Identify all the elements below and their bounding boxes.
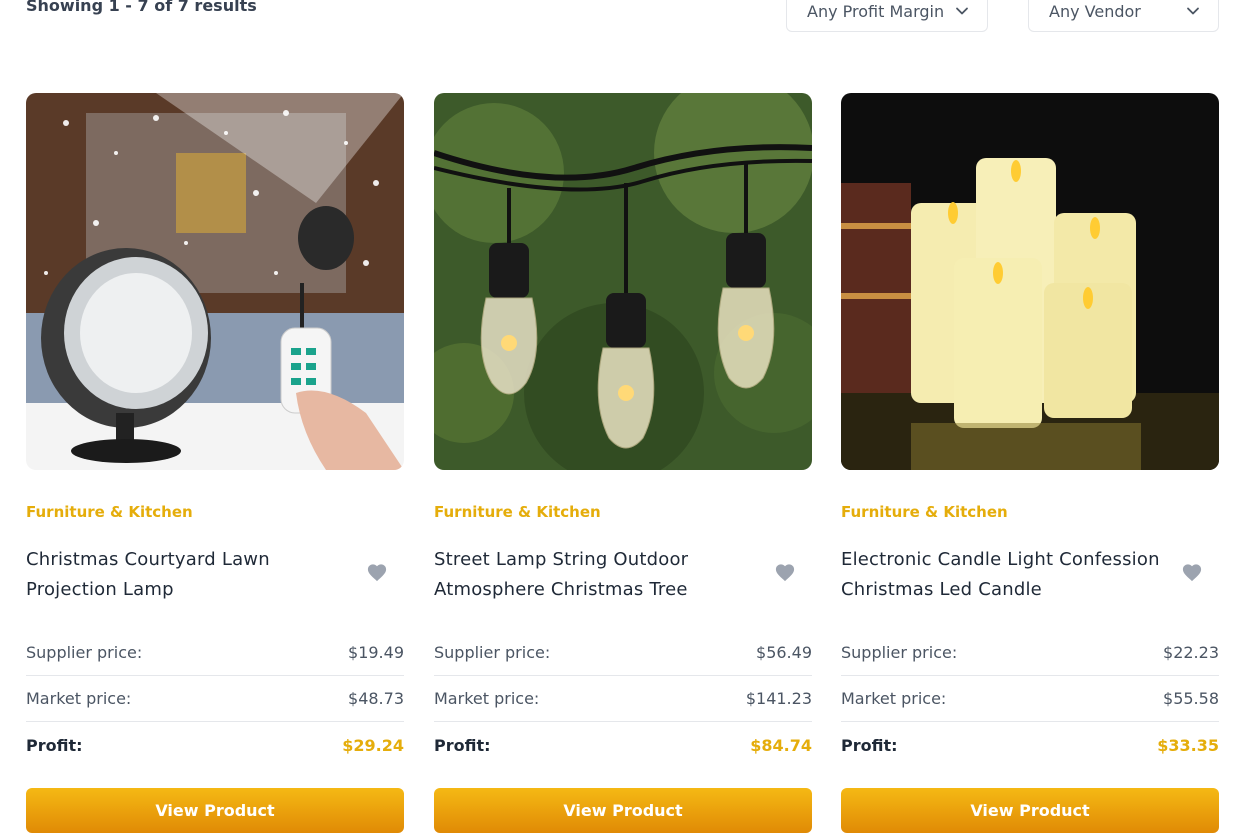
- view-product-button[interactable]: View Product: [434, 788, 812, 833]
- vendor-dropdown[interactable]: Any Vendor: [1028, 0, 1219, 32]
- market-price-row: Market price: $48.73: [26, 676, 404, 722]
- market-price-row: Market price: $55.58: [841, 676, 1219, 722]
- product-card: Furniture & Kitchen Street Lamp String O…: [434, 93, 812, 833]
- supplier-price-label: Supplier price:: [26, 643, 143, 662]
- supplier-price-row: Supplier price: $19.49: [26, 630, 404, 676]
- results-count: Showing 1 - 7 of 7 results: [26, 0, 257, 15]
- product-card: Furniture & Kitchen Christmas Courtyard …: [26, 93, 404, 833]
- market-price-label: Market price:: [841, 689, 947, 708]
- snowflake-projector-lamp-image: [26, 93, 404, 470]
- vendor-label: Any Vendor: [1049, 1, 1141, 21]
- supplier-price-value: $56.49: [756, 643, 812, 662]
- profit-label: Profit:: [434, 735, 491, 755]
- product-image[interactable]: [841, 93, 1219, 470]
- led-candles-image: [841, 93, 1219, 470]
- chevron-down-icon: [956, 7, 968, 15]
- profit-row: Profit: $33.35: [841, 722, 1219, 768]
- profit-margin-label: Any Profit Margin: [807, 1, 945, 21]
- profit-row: Profit: $84.74: [434, 722, 812, 768]
- string-lights-image: [434, 93, 812, 470]
- market-price-value: $141.23: [745, 689, 812, 708]
- supplier-price-value: $19.49: [348, 643, 404, 662]
- product-title[interactable]: Christmas Courtyard Lawn Projection Lamp: [26, 545, 346, 605]
- heart-icon[interactable]: [774, 562, 796, 582]
- market-price-value: $48.73: [348, 689, 404, 708]
- supplier-price-value: $22.23: [1163, 643, 1219, 662]
- profit-label: Profit:: [841, 735, 898, 755]
- profit-margin-dropdown[interactable]: Any Profit Margin: [786, 0, 988, 32]
- heart-icon[interactable]: [1181, 562, 1203, 582]
- product-category[interactable]: Furniture & Kitchen: [841, 503, 1008, 521]
- product-image[interactable]: [434, 93, 812, 470]
- chevron-down-icon: [1187, 7, 1199, 15]
- heart-icon[interactable]: [366, 562, 388, 582]
- product-category[interactable]: Furniture & Kitchen: [434, 503, 601, 521]
- supplier-price-label: Supplier price:: [434, 643, 551, 662]
- profit-label: Profit:: [26, 735, 83, 755]
- product-card: Furniture & Kitchen Electronic Candle Li…: [841, 93, 1219, 833]
- profit-value: $33.35: [1157, 735, 1219, 755]
- market-price-label: Market price:: [26, 689, 132, 708]
- product-category[interactable]: Furniture & Kitchen: [26, 503, 193, 521]
- market-price-row: Market price: $141.23: [434, 676, 812, 722]
- product-title[interactable]: Street Lamp String Outdoor Atmosphere Ch…: [434, 545, 754, 605]
- view-product-button[interactable]: View Product: [26, 788, 404, 833]
- view-product-button[interactable]: View Product: [841, 788, 1219, 833]
- results-toolbar: Showing 1 - 7 of 7 results Any Profit Ma…: [0, 0, 1240, 40]
- supplier-price-row: Supplier price: $22.23: [841, 630, 1219, 676]
- market-price-label: Market price:: [434, 689, 540, 708]
- market-price-value: $55.58: [1163, 689, 1219, 708]
- supplier-price-row: Supplier price: $56.49: [434, 630, 812, 676]
- product-title[interactable]: Electronic Candle Light Confession Chris…: [841, 545, 1161, 605]
- profit-value: $29.24: [342, 735, 404, 755]
- supplier-price-label: Supplier price:: [841, 643, 958, 662]
- profit-value: $84.74: [750, 735, 812, 755]
- product-image[interactable]: [26, 93, 404, 470]
- profit-row: Profit: $29.24: [26, 722, 404, 768]
